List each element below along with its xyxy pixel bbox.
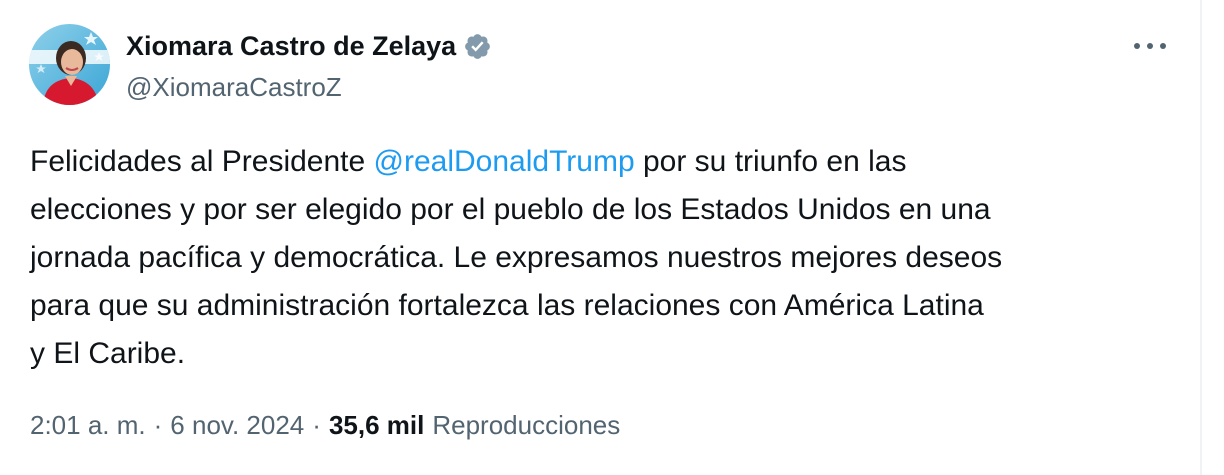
author-name-row: Xiomara Castro de Zelaya	[126, 30, 492, 62]
tweet-line: elecciones y por ser elegido por el pueb…	[30, 193, 991, 226]
tweet-card: Xiomara Castro de Zelaya @XiomaraCastroZ…	[0, 0, 1200, 475]
verified-badge-icon[interactable]	[463, 32, 492, 61]
tweet-text: Felicidades al Presidente @realDonaldTru…	[30, 138, 1190, 378]
meta-separator: ·	[153, 410, 163, 440]
mention-link[interactable]: @realDonaldTrump	[374, 145, 635, 178]
divider	[1200, 0, 1202, 475]
avatar[interactable]	[29, 24, 110, 105]
tweet-line: jornada pacífica y democrática. Le expre…	[30, 241, 1003, 274]
author-handle[interactable]: @XiomaraCastroZ	[126, 72, 342, 103]
views-label[interactable]: Reproducciones	[432, 410, 620, 441]
tweet-date[interactable]: 6 nov. 2024	[170, 410, 304, 441]
views-count[interactable]: 35,6 mil	[329, 410, 424, 441]
tweet-line: para que su administración fortalezca la…	[30, 289, 984, 322]
meta-separator: ·	[312, 410, 321, 440]
more-horizontal-icon	[1134, 43, 1166, 49]
author-display-name[interactable]: Xiomara Castro de Zelaya	[126, 31, 456, 62]
avatar-image	[29, 24, 110, 105]
tweet-time[interactable]: 2:01 a. m.	[30, 410, 146, 441]
tweet-line: y El Caribe.	[30, 337, 186, 370]
more-options-button[interactable]	[1130, 31, 1170, 61]
tweet-meta: 2:01 a. m. · 6 nov. 2024 · 35,6 mil Repr…	[30, 410, 620, 441]
tweet-line: Felicidades al Presidente @realDonaldTru…	[30, 145, 907, 178]
